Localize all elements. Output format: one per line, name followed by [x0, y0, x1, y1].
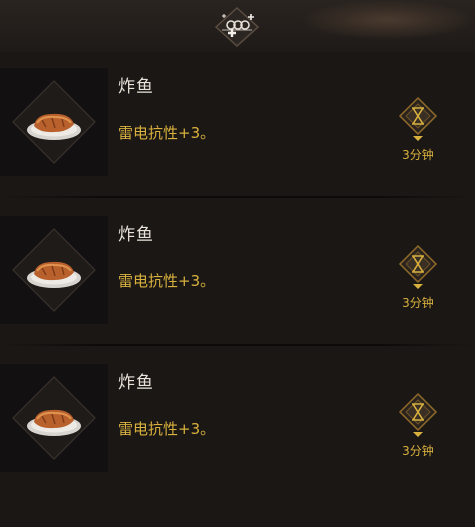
duration-label: 3分钟 — [402, 148, 434, 162]
duration-label: 3分钟 — [402, 296, 434, 310]
hourglass-icon — [398, 244, 438, 289]
food-buff-row[interactable]: 炸鱼 雷电抗性+3。 3分钟 — [0, 52, 475, 198]
food-name: 炸鱼 — [118, 373, 154, 393]
food-buff-row[interactable]: 炸鱼 雷电抗性+3。 3分钟 — [0, 348, 475, 494]
row-divider — [0, 196, 475, 198]
duration-indicator: 3分钟 — [392, 244, 444, 314]
banner-glow — [300, 0, 475, 40]
food-name: 炸鱼 — [118, 225, 154, 245]
food-effect: 雷电抗性+3。 — [118, 420, 216, 438]
fried-fish-icon — [12, 376, 96, 460]
hourglass-icon — [398, 392, 438, 437]
food-effect: 雷电抗性+3。 — [118, 272, 216, 290]
hourglass-icon — [398, 96, 438, 141]
top-banner — [0, 0, 475, 52]
buff-sparkle-icon — [214, 6, 260, 48]
food-icon-tile — [0, 68, 108, 176]
food-icon-tile — [0, 216, 108, 324]
fried-fish-icon — [12, 80, 96, 164]
row-divider — [0, 344, 475, 346]
food-name: 炸鱼 — [118, 77, 154, 97]
food-effect: 雷电抗性+3。 — [118, 124, 216, 142]
duration-indicator: 3分钟 — [392, 96, 444, 166]
food-icon-tile — [0, 364, 108, 472]
fried-fish-icon — [12, 228, 96, 312]
food-buff-row[interactable]: 炸鱼 雷电抗性+3。 3分钟 — [0, 200, 475, 346]
duration-indicator: 3分钟 — [392, 392, 444, 462]
duration-label: 3分钟 — [402, 444, 434, 458]
